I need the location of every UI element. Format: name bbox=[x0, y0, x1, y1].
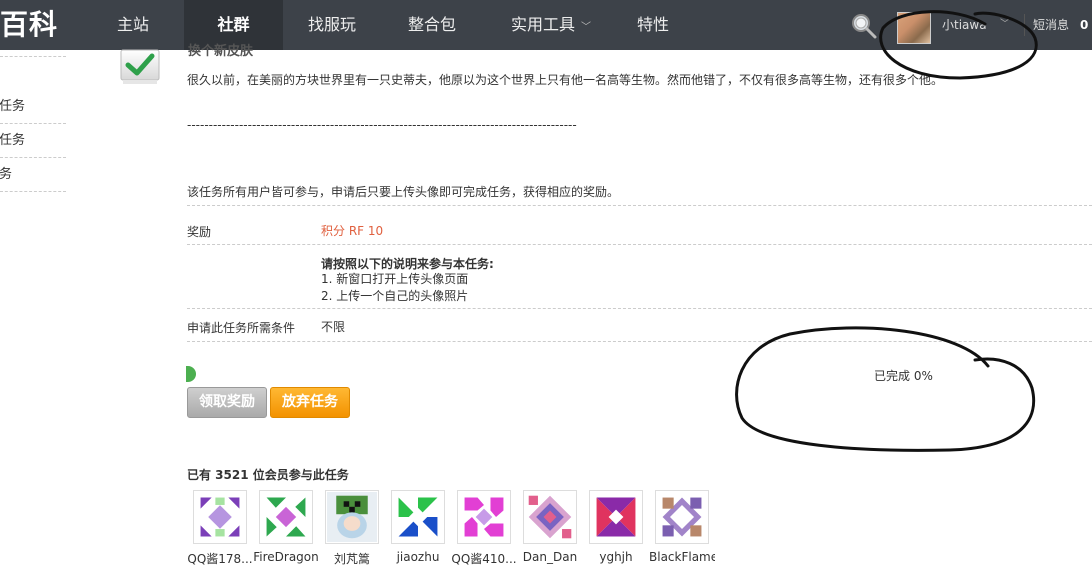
chevron-down-icon[interactable]: ﹀ bbox=[1000, 0, 1010, 50]
annotation-circle-progress bbox=[735, 326, 1036, 452]
chevron-down-icon: ﹀ bbox=[581, 22, 591, 33]
member-name[interactable]: Dan_Dan bbox=[517, 550, 583, 564]
task-description: 很久以前，在美丽的方块世界里有一只史蒂夫，他原以为这个世界上只有他一名高等生物。… bbox=[187, 73, 944, 87]
member-name[interactable]: FireDragon bbox=[253, 550, 319, 564]
abandon-task-button[interactable]: 放弃任务 bbox=[270, 387, 350, 418]
task-check-icon bbox=[120, 49, 160, 84]
nav-find-server[interactable]: 找服玩 bbox=[292, 0, 372, 50]
member-avatar[interactable] bbox=[259, 490, 313, 544]
description-divider: ----------------------------------------… bbox=[187, 118, 577, 132]
nav-label: 找服玩 bbox=[307, 15, 356, 34]
member-item[interactable]: QQ酱410... bbox=[451, 490, 517, 567]
nav-modpacks[interactable]: 整合包 bbox=[392, 0, 472, 50]
member-item[interactable]: jiaozhu bbox=[385, 490, 451, 564]
member-avatar[interactable] bbox=[589, 490, 643, 544]
nav-label: 主站 bbox=[116, 15, 149, 34]
nav-main-site[interactable]: 主站 bbox=[94, 0, 172, 50]
member-item[interactable]: Dan_Dan bbox=[517, 490, 583, 564]
top-nav-bar: 百科 主站 社群 找服玩 整合包 实用工具 ﹀ 特性 小tiawa ﹀ 短消息 0 bbox=[0, 0, 1092, 50]
claim-reward-button[interactable]: 领取奖励 bbox=[187, 387, 267, 418]
reward-value: 积分 RF 10 bbox=[321, 224, 384, 238]
username-link[interactable]: 小tiawa bbox=[942, 0, 987, 50]
member-name[interactable]: yghjh bbox=[583, 550, 649, 564]
condition-label: 申请此任务所需条件 bbox=[187, 321, 296, 335]
nav-label: 特性 bbox=[636, 15, 669, 34]
member-avatar[interactable] bbox=[193, 490, 247, 544]
messages-link[interactable]: 短消息 bbox=[1033, 0, 1069, 50]
step-open-upload[interactable]: 1. 新窗口打开上传头像页面 bbox=[321, 270, 468, 287]
site-logo[interactable]: 百科 bbox=[0, 4, 58, 46]
search-icon[interactable] bbox=[850, 12, 878, 40]
sidebar-item-tasks-doing[interactable]: 的任务 bbox=[0, 124, 66, 158]
member-item[interactable]: yghjh bbox=[583, 490, 649, 564]
member-avatar[interactable] bbox=[325, 490, 379, 544]
user-avatar[interactable] bbox=[897, 12, 931, 44]
nav-tools[interactable]: 实用工具 ﹀ bbox=[496, 0, 606, 50]
sidebar-divider bbox=[0, 56, 66, 57]
member-item[interactable]: QQ酱178... bbox=[187, 490, 253, 567]
reward-label: 奖励 bbox=[187, 225, 212, 239]
member-item[interactable]: 刘芃篙 bbox=[319, 490, 385, 567]
member-avatar[interactable] bbox=[523, 490, 577, 544]
member-avatar[interactable] bbox=[391, 490, 445, 544]
messages-count[interactable]: 0 bbox=[1080, 0, 1088, 50]
nav-label: 整合包 bbox=[407, 15, 456, 34]
member-item[interactable]: BlackFlame bbox=[649, 490, 715, 564]
member-name[interactable]: 刘芃篙 bbox=[319, 550, 385, 567]
member-avatar[interactable] bbox=[655, 490, 709, 544]
member-avatar[interactable] bbox=[457, 490, 511, 544]
step-upload-photo: 2. 上传一个自己的头像照片 bbox=[321, 289, 469, 303]
nav-label: 实用工具 bbox=[510, 15, 575, 34]
condition-value: 不限 bbox=[321, 320, 346, 334]
row-divider bbox=[187, 341, 1092, 342]
task-title: 换个新皮肤 bbox=[188, 44, 254, 59]
member-name[interactable]: QQ酱178... bbox=[187, 550, 253, 567]
task-note: 该任务所有用户皆可参与，申请后只要上传头像即可完成任务，获得相应的奖励。 bbox=[187, 185, 620, 199]
member-name[interactable]: BlackFlame bbox=[649, 550, 715, 564]
participants-title: 已有 3521 位会员参与此任务 bbox=[187, 468, 349, 482]
progress-bar bbox=[186, 366, 196, 382]
sidebar-item-tasks-new[interactable]: 的任务 bbox=[0, 90, 66, 124]
row-divider bbox=[187, 244, 1092, 245]
member-item[interactable]: FireDragon bbox=[253, 490, 319, 564]
divider bbox=[1024, 14, 1025, 36]
progress-text: 已完成 0% bbox=[874, 369, 933, 383]
sidebar-item-tasks-done[interactable]: 任务 bbox=[0, 158, 66, 192]
row-divider bbox=[187, 308, 1092, 309]
nav-label: 社群 bbox=[217, 15, 250, 34]
row-divider bbox=[187, 205, 1092, 206]
member-name[interactable]: jiaozhu bbox=[385, 550, 451, 564]
member-name[interactable]: QQ酱410... bbox=[451, 550, 517, 567]
nav-features[interactable]: 特性 bbox=[620, 0, 686, 50]
